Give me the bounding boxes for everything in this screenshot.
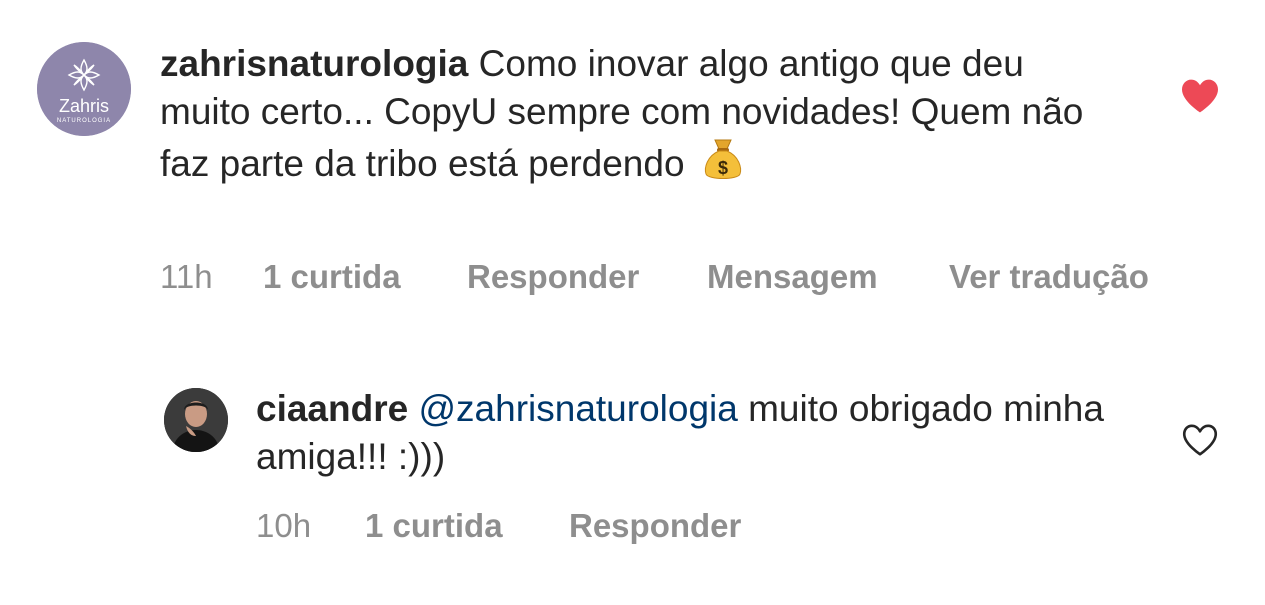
message-button[interactable]: Mensagem xyxy=(707,257,878,297)
money-bag-icon: $ xyxy=(703,136,743,194)
likes-count-link[interactable]: 1 curtida xyxy=(365,506,503,546)
comment-time: 11h xyxy=(160,258,213,295)
see-translation-button[interactable]: Ver tradução xyxy=(949,257,1149,297)
avatar-tagline: NATUROLOGIA xyxy=(57,118,111,124)
likes-count-link[interactable]: 1 curtida xyxy=(263,257,401,297)
comment-time: 10h xyxy=(256,507,312,544)
avatar[interactable]: Zahris NATUROLOGIA xyxy=(37,42,131,136)
reply-button[interactable]: Responder xyxy=(467,257,639,297)
mention-link[interactable]: @zahrisnaturologia xyxy=(418,388,737,429)
reply-button[interactable]: Responder xyxy=(569,506,741,546)
avatar-brand: Zahris xyxy=(59,96,109,116)
comment-username[interactable]: ciaandre xyxy=(256,388,408,429)
zahris-logo-icon: Zahris NATUROLOGIA xyxy=(37,42,131,136)
user-photo-icon xyxy=(164,388,228,452)
comment-body: ciaandre @zahrisnaturologia muito obriga… xyxy=(256,385,1136,481)
svg-text:$: $ xyxy=(718,158,728,178)
like-heart-outline-icon[interactable] xyxy=(1181,423,1219,457)
like-heart-filled-icon[interactable] xyxy=(1180,78,1220,114)
comment-username[interactable]: zahrisnaturologia xyxy=(160,43,468,84)
comment-body: zahrisnaturologia Como inovar algo antig… xyxy=(160,40,1120,194)
avatar[interactable] xyxy=(164,388,228,452)
